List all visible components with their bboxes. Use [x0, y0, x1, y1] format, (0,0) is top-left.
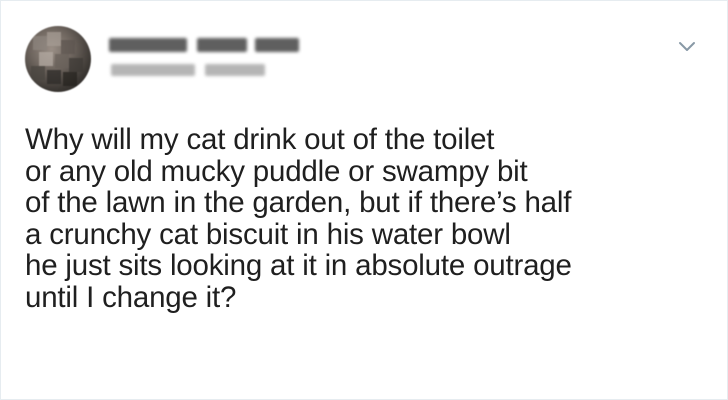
- chevron-down-icon[interactable]: [677, 37, 697, 57]
- display-name-redacted[interactable]: [109, 38, 309, 52]
- avatar[interactable]: [25, 26, 91, 92]
- tweet-text-line: Why will my cat drink out of the toilet: [25, 123, 495, 156]
- tweet-text-line: he just sits looking at it in absolute o…: [25, 249, 572, 282]
- tweet-text-line: until I change it?: [25, 280, 237, 314]
- tweet-text-line: of the lawn in the garden, but if there’…: [25, 186, 572, 219]
- tweet-text-line: or any old mucky puddle or swampy bit: [25, 154, 528, 188]
- tweet-text: Why will my cat drink out of the toilet …: [25, 124, 705, 313]
- tweet-card: Why will my cat drink out of the toilet …: [0, 0, 728, 400]
- tweet-text-line: a crunchy cat biscuit in his water bowl: [25, 217, 511, 251]
- username-redacted[interactable]: [111, 64, 271, 76]
